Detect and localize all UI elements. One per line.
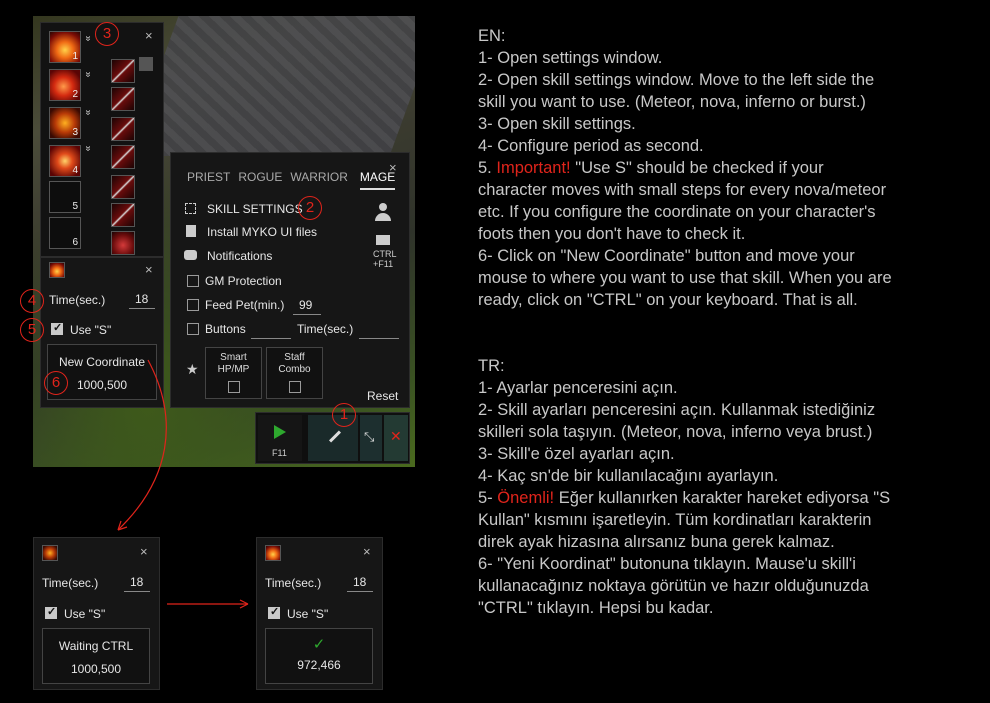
instructions-heading: TR: (478, 357, 505, 375)
feed-pet-checkbox[interactable] (187, 299, 199, 311)
skill-icon (42, 545, 58, 561)
chevron-down-icon[interactable]: » (82, 36, 93, 42)
marker-3: 3 (95, 22, 119, 46)
feed-pet-label: Feed Pet(min.) (205, 298, 285, 312)
skill-slot-1[interactable]: 1 (49, 31, 81, 63)
scroll-up-icon[interactable] (139, 57, 153, 71)
coordinate-value: 1000,500 (70, 662, 122, 676)
wand-icon (328, 430, 342, 443)
tab-warrior[interactable]: WARRIOR (290, 170, 348, 190)
gm-protection-checkbox[interactable] (187, 275, 199, 287)
waiting-ctrl-panel: × Time(sec.) 18 Use "S" Waiting CTRL 100… (33, 537, 160, 690)
camera-icon[interactable] (376, 235, 390, 245)
settings-panel: × PRIEST ROGUE WARRIOR MAGE SKILL SETTIN… (170, 152, 410, 408)
tab-bar: PRIEST ROGUE WARRIOR MAGE (187, 170, 396, 190)
close-x-icon: ✕ (390, 428, 402, 444)
collapse-icon: ⤡ (364, 429, 375, 444)
gm-protection-label: GM Protection (205, 274, 282, 288)
marker-6: 6 (44, 371, 68, 395)
staff-combo-checkbox[interactable] (288, 380, 301, 393)
close-icon[interactable]: × (145, 263, 153, 276)
time-label: Time(sec.) (49, 293, 106, 307)
use-s-label: Use "S" (64, 607, 106, 621)
ctrl-label: CTRL (373, 249, 397, 259)
use-s-checkbox[interactable] (51, 321, 63, 335)
stop-button[interactable]: ✕ (384, 415, 408, 461)
close-icon[interactable]: × (363, 545, 371, 558)
coordinate-value: 972,466 (297, 658, 341, 672)
install-ui-link[interactable]: Install MYKO UI files (207, 225, 317, 239)
use-s-checkbox[interactable] (45, 605, 57, 619)
skill-slot-4[interactable]: 4 (49, 145, 81, 177)
smart-hp-mp-button[interactable]: Smart HP/MP (205, 347, 262, 399)
sword-skill-icon[interactable] (111, 87, 135, 111)
use-s-checkbox[interactable] (268, 605, 280, 619)
buttons-checkbox[interactable] (187, 323, 199, 335)
time-input[interactable]: 18 (353, 575, 366, 589)
tab-rogue[interactable]: ROGUE (238, 170, 282, 190)
play-key-label: F11 (272, 448, 287, 458)
sword-skill-icon[interactable] (111, 59, 135, 83)
waiting-ctrl-button[interactable]: Waiting CTRL 1000,500 (42, 628, 150, 684)
chevron-down-icon[interactable]: » (82, 110, 93, 116)
coordinate-set-panel: × Time(sec.) 18 Use "S" ✓ 972,466 (256, 537, 383, 690)
buttons-input[interactable] (251, 338, 291, 339)
time-underline (347, 591, 373, 592)
staff-combo-button[interactable]: Staff Combo (266, 347, 323, 399)
person-icon[interactable] (375, 203, 391, 221)
time-sec-label: Time(sec.) (297, 322, 354, 336)
skill-slot-2[interactable]: 2 (49, 69, 81, 101)
potion-icon[interactable] (111, 231, 135, 255)
time-label: Time(sec.) (42, 576, 99, 590)
sword-skill-icon[interactable] (111, 117, 135, 141)
discord-icon[interactable] (184, 250, 197, 260)
skill-slot-6[interactable]: 6 (49, 217, 81, 249)
smart-hp-mp-checkbox[interactable] (227, 380, 240, 393)
marker-4: 4 (20, 289, 44, 313)
download-icon[interactable] (186, 225, 196, 237)
sword-skill-icon[interactable] (111, 175, 135, 199)
time-input[interactable]: 18 (135, 292, 148, 306)
skill-slot-5[interactable]: 5 (49, 181, 81, 213)
play-button[interactable]: F11 (258, 415, 302, 461)
collapse-button[interactable]: ⤡ (360, 415, 382, 461)
marker-5: 5 (20, 318, 44, 342)
marker-2: 2 (298, 196, 322, 220)
time-underline (124, 591, 150, 592)
ctrl-key: +F11 (373, 259, 394, 269)
sword-skill-icon[interactable] (111, 145, 135, 169)
close-icon[interactable]: × (140, 545, 148, 558)
buttons-label: Buttons (205, 322, 246, 336)
chevron-down-icon[interactable]: » (82, 146, 93, 152)
close-icon[interactable]: × (145, 29, 153, 42)
chevron-down-icon[interactable]: » (82, 72, 93, 78)
skill-icon (49, 262, 65, 278)
check-icon: ✓ (312, 636, 326, 653)
time-sec-input[interactable] (359, 338, 399, 339)
marker-1: 1 (332, 403, 356, 427)
notifications-link[interactable]: Notifications (207, 249, 272, 263)
skill-settings-link[interactable]: SKILL SETTINGS (207, 202, 303, 216)
use-s-label: Use "S" (70, 323, 112, 337)
focus-icon[interactable] (185, 203, 196, 214)
time-underline (129, 308, 155, 309)
instructions-heading: EN: (478, 27, 506, 45)
skill-slot-3[interactable]: 3 (49, 107, 81, 139)
tab-mage[interactable]: MAGE (359, 170, 396, 190)
sword-skill-icon[interactable] (111, 203, 135, 227)
tab-priest[interactable]: PRIEST (187, 170, 230, 190)
important-line: 5- Önemli! Eğer kullanırken karakter har… (478, 489, 891, 507)
skillbar-panel: × 1 » 2 » 3 » 4 » 5 6 (40, 22, 164, 257)
important-line: 5. Important! "Use S" should be checked … (478, 159, 824, 177)
use-s-label: Use "S" (287, 607, 329, 621)
time-input[interactable]: 18 (130, 575, 143, 589)
skill-icon (265, 545, 281, 561)
star-icon[interactable]: ★ (186, 361, 199, 378)
reset-button[interactable]: Reset (367, 389, 398, 403)
play-icon (274, 425, 286, 439)
coordinate-done-button[interactable]: ✓ 972,466 (265, 628, 373, 684)
feed-pet-input[interactable]: 99 (299, 298, 312, 312)
time-label: Time(sec.) (265, 576, 322, 590)
feed-pet-underline (293, 314, 321, 315)
